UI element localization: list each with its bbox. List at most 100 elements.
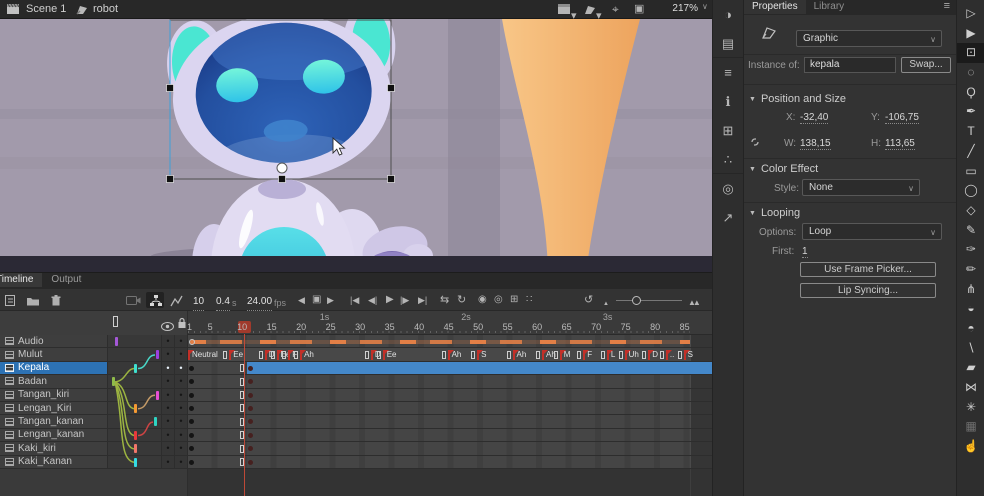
- panel-menu-icon[interactable]: ≡: [944, 0, 950, 12]
- section-position-size[interactable]: ▼Position and Size: [749, 93, 846, 105]
- play-button[interactable]: ▶: [386, 292, 394, 308]
- lock-icon[interactable]: [177, 316, 187, 334]
- stage-canvas[interactable]: [0, 19, 712, 272]
- layer-name-Kaki_kiri[interactable]: Kaki_kiri: [0, 442, 108, 454]
- current-frame-icon[interactable]: ▣: [312, 292, 321, 308]
- prev-keyframe-button[interactable]: ◀: [298, 292, 305, 308]
- layer-name-Mulut[interactable]: Mulut: [0, 348, 108, 360]
- layer-frames[interactable]: [188, 415, 712, 427]
- swap-button[interactable]: Swap...: [901, 57, 951, 73]
- layer-frames[interactable]: [188, 456, 712, 468]
- parenting-cell[interactable]: [108, 442, 162, 454]
- line-tool[interactable]: ╱: [957, 142, 984, 162]
- layer-visibility-dot[interactable]: •: [162, 402, 175, 414]
- width-tool[interactable]: ⋈: [957, 378, 984, 398]
- edit-scene-icon[interactable]: [558, 4, 571, 20]
- parent-marker[interactable]: [154, 417, 157, 426]
- paint-bucket-tool[interactable]: ◒: [957, 299, 984, 319]
- layer-name-Kepala[interactable]: Kepala: [0, 362, 108, 374]
- selection-tool[interactable]: ▷: [957, 4, 984, 24]
- oval-tool[interactable]: ◯: [957, 181, 984, 201]
- breadcrumb-scene[interactable]: Scene 1: [26, 2, 66, 17]
- text-tool[interactable]: T: [957, 122, 984, 142]
- parent-marker[interactable]: [134, 444, 137, 453]
- ink-bottle-tool[interactable]: ◓: [957, 319, 984, 339]
- go-to-last-frame-button[interactable]: ▶|: [418, 292, 427, 308]
- align-panel-icon[interactable]: ≡: [713, 58, 743, 87]
- parenting-cell[interactable]: [108, 362, 162, 374]
- show-graph-view-button[interactable]: [170, 292, 183, 307]
- symbol-type-select[interactable]: Graphic∨: [796, 30, 942, 47]
- layer-lock-dot[interactable]: •: [175, 456, 188, 468]
- step-forward-button[interactable]: |▶: [400, 292, 409, 308]
- lasso-tool[interactable]: Ϙ: [957, 83, 984, 103]
- swatches-panel-icon[interactable]: ▤: [713, 29, 743, 58]
- frame-range-icon[interactable]: ∷: [526, 292, 532, 308]
- hand-tool[interactable]: ☝: [957, 437, 984, 457]
- subselection-tool[interactable]: ▶: [957, 24, 984, 44]
- parent-marker[interactable]: [134, 431, 137, 440]
- elapsed-time-value[interactable]: 0.4: [216, 294, 230, 311]
- center-frame-icon[interactable]: ⌖: [612, 2, 619, 17]
- frame-rate-value[interactable]: 24.00: [247, 294, 272, 311]
- layer-visibility-dot[interactable]: •: [162, 375, 175, 387]
- h-value[interactable]: 113,65: [885, 138, 915, 150]
- layer-visibility-dot[interactable]: •: [162, 389, 175, 401]
- tab-timeline[interactable]: Timeline: [0, 273, 42, 287]
- stage-zoom-value[interactable]: 217%: [652, 1, 698, 17]
- camera-tool[interactable]: ▦: [957, 417, 984, 437]
- asset-warp-tool[interactable]: ✳: [957, 398, 984, 418]
- layer-visibility-dot[interactable]: •: [162, 335, 175, 347]
- section-color-effect[interactable]: ▼Color Effect: [749, 163, 818, 175]
- layer-frames[interactable]: [188, 402, 712, 414]
- parent-marker[interactable]: [134, 404, 137, 413]
- y-value[interactable]: -106,75: [885, 112, 919, 124]
- timeline-zoom-in-icon[interactable]: ▲▲: [688, 295, 698, 311]
- lip-syncing-button[interactable]: Lip Syncing...: [800, 283, 936, 298]
- loop-playback-icon[interactable]: ↻: [457, 292, 466, 308]
- parent-marker[interactable]: [134, 458, 137, 467]
- layer-visibility-dot[interactable]: •: [162, 415, 175, 427]
- parenting-cell[interactable]: [108, 335, 162, 347]
- gradient-transform-tool[interactable]: ◌: [957, 63, 984, 83]
- layer-name-Tangan_kiri[interactable]: Tangan_kiri: [0, 389, 108, 401]
- first-frame-value[interactable]: 1: [802, 246, 808, 258]
- parenting-cell[interactable]: [108, 348, 162, 360]
- layer-name-Badan[interactable]: Badan: [0, 375, 108, 387]
- delete-layer-button[interactable]: [50, 292, 62, 307]
- layer-frames[interactable]: [188, 335, 712, 347]
- fluid-brush-tool[interactable]: ✑: [957, 240, 984, 260]
- parent-marker[interactable]: [134, 364, 137, 373]
- eraser-tool[interactable]: ▰: [957, 358, 984, 378]
- layer-frames[interactable]: [188, 375, 712, 387]
- pen-tool[interactable]: ✒: [957, 102, 984, 122]
- parent-marker[interactable]: [156, 391, 159, 400]
- parent-marker[interactable]: [115, 337, 118, 346]
- parenting-cell[interactable]: [108, 415, 162, 427]
- free-transform-tool[interactable]: ⊡: [957, 43, 984, 63]
- layer-frames[interactable]: [188, 362, 712, 374]
- layer-lock-dot[interactable]: •: [175, 402, 188, 414]
- step-back-button[interactable]: ◀|: [368, 292, 377, 308]
- stage-zoom-chevron[interactable]: ∨: [702, 2, 708, 11]
- instance-name-field[interactable]: kepala: [804, 57, 896, 73]
- timeline-zoom-slider[interactable]: [616, 300, 682, 301]
- show-parenting-view-button[interactable]: [146, 292, 164, 308]
- cc-libraries-panel-icon[interactable]: ◎: [713, 174, 743, 203]
- use-frame-picker-button[interactable]: Use Frame Picker...: [800, 262, 936, 277]
- new-folder-button[interactable]: [26, 292, 40, 307]
- layer-name-Tangan_kanan[interactable]: Tangan_kanan: [0, 415, 108, 427]
- pencil-tool[interactable]: ✎: [957, 221, 984, 241]
- layer-visibility-dot[interactable]: •: [162, 456, 175, 468]
- polystar-tool[interactable]: ◇: [957, 201, 984, 221]
- parenting-cell[interactable]: [108, 375, 162, 387]
- frame-ruler[interactable]: 1s2s3s1510152025303540455055606570758085: [188, 311, 712, 335]
- tab-output[interactable]: Output: [42, 273, 90, 287]
- layer-name-Lengan_kanan[interactable]: Lengan_kanan: [0, 429, 108, 441]
- constrain-proportions-icon[interactable]: [748, 136, 762, 151]
- timeline-zoom-knob[interactable]: [632, 296, 641, 305]
- tab-properties[interactable]: Properties: [744, 0, 806, 14]
- layer-visibility-dot[interactable]: •: [162, 442, 175, 454]
- parenting-cell[interactable]: [108, 456, 162, 468]
- x-value[interactable]: -32,40: [800, 112, 828, 124]
